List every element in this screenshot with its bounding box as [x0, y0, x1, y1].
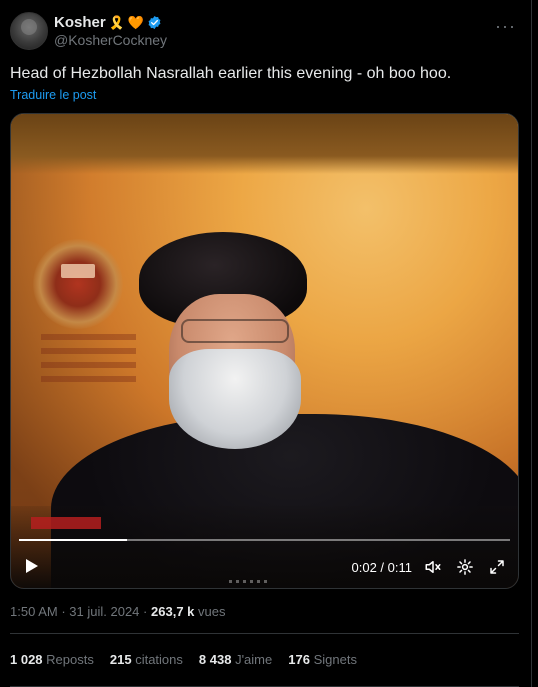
likes-stat[interactable]: 8 438 J'aime — [199, 652, 272, 667]
post-date[interactable]: 31 juil. 2024 — [69, 604, 139, 619]
reposts-count: 1 028 — [10, 652, 43, 667]
orange-heart-emoji-icon: 🧡 — [127, 15, 145, 31]
quotes-count: 215 — [109, 652, 132, 667]
video-time: 0:02 / 0:11 — [351, 560, 412, 575]
post-meta: 1:50 AM · 31 juil. 2024 · 263,7 k vues — [10, 604, 225, 619]
reposts-stat[interactable]: 1 028 Reposts — [10, 652, 94, 667]
right-border — [531, 0, 532, 687]
meta-separator: · — [143, 604, 148, 619]
broadcast-emblem — [33, 239, 123, 329]
bookmarks-count: 176 — [288, 652, 310, 667]
speaker-glasses — [181, 319, 289, 343]
translate-post-link[interactable]: Traduire le post — [10, 88, 96, 102]
video-frame-top-band — [11, 114, 518, 174]
display-name-row: Kosher 🎗️ 🧡 — [54, 14, 167, 32]
fullscreen-icon[interactable] — [488, 558, 506, 576]
settings-icon[interactable] — [456, 558, 474, 576]
volume-muted-icon[interactable] — [424, 558, 442, 576]
display-name[interactable]: Kosher — [54, 14, 106, 32]
handle[interactable]: @KosherCockney — [54, 32, 167, 49]
quotes-label: citations — [135, 652, 183, 667]
broadcast-emblem-text-lines — [41, 334, 136, 384]
author-names: Kosher 🎗️ 🧡 @KosherCockney — [54, 14, 167, 49]
bookmarks-stat[interactable]: 176 Signets — [288, 652, 357, 667]
likes-count: 8 438 — [198, 652, 232, 667]
broadcast-emblem-label — [61, 264, 95, 278]
views-label: vues — [198, 604, 226, 619]
verified-badge-icon[interactable] — [147, 15, 162, 30]
post-stats: 1 028 Reposts 215 citations 8 438 J'aime… — [10, 652, 357, 667]
likes-label: J'aime — [235, 652, 273, 667]
video-progress-fill — [19, 539, 128, 541]
play-icon[interactable] — [25, 558, 39, 574]
avatar[interactable] — [10, 12, 48, 50]
tv-lower-third — [31, 517, 101, 529]
speaker-beard — [169, 349, 301, 449]
ribbon-emoji-icon: 🎗️ — [108, 15, 125, 31]
reposts-label: Reposts — [46, 652, 94, 667]
video-progress-bar[interactable] — [19, 539, 510, 541]
tweet-text: Head of Hezbollah Nasrallah earlier this… — [10, 65, 452, 82]
tweet-header: Kosher 🎗️ 🧡 @KosherCockney — [10, 12, 167, 50]
bookmarks-label: Signets — [313, 652, 357, 667]
post-time[interactable]: 1:50 AM — [10, 604, 58, 619]
quotes-stat[interactable]: 215 citations — [110, 652, 183, 667]
views-count: 263,7 k — [151, 604, 195, 619]
video-player[interactable]: 0:02 / 0:11 — [10, 113, 519, 589]
divider-top — [10, 633, 519, 634]
more-options-icon[interactable]: ··· — [495, 16, 516, 37]
meta-separator: · — [61, 604, 66, 619]
carousel-dots — [229, 580, 269, 583]
video-controls: 0:02 / 0:11 — [11, 552, 518, 582]
